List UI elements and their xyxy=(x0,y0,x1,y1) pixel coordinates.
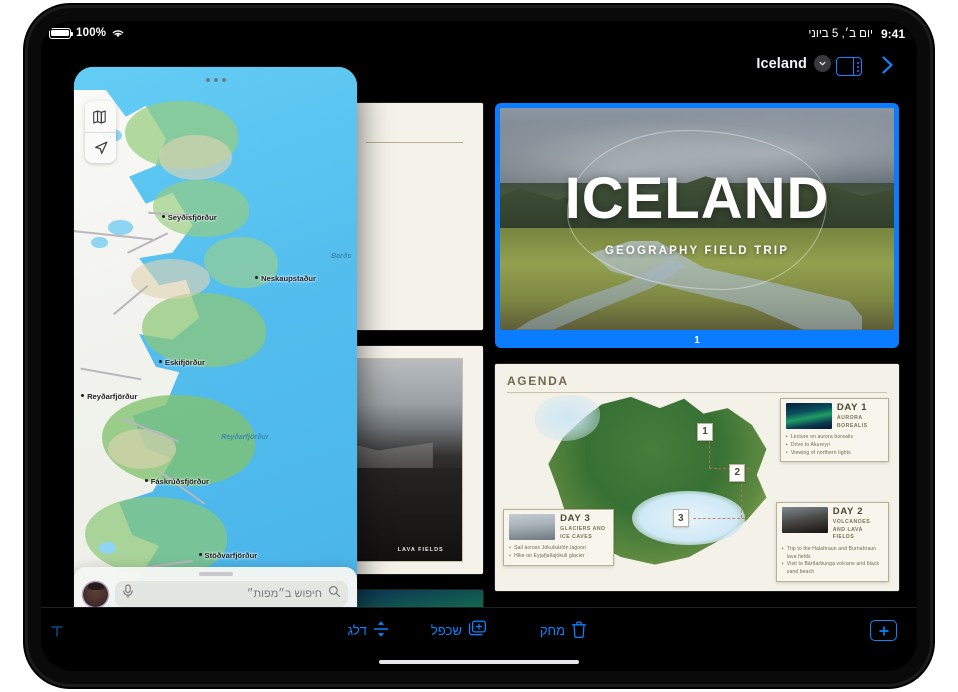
slide-thumbnail-title-selected[interactable]: ICELAND GEOGRAPHY FIELD TRIP 1 xyxy=(495,103,899,348)
map-place-label[interactable]: Neskaupstaður xyxy=(255,274,316,283)
bullet: Visit to Bárðarbunga volcano and black s… xyxy=(782,561,883,577)
duplicate-slide-button[interactable]: שכפל xyxy=(431,620,487,640)
day-card-subtitle: AURORA BOREALIS xyxy=(836,415,868,429)
trash-icon xyxy=(571,620,587,641)
waypoint-marker: 1 xyxy=(697,422,713,441)
status-bar-left: 100% xyxy=(49,27,125,39)
wifi-icon xyxy=(111,28,125,39)
delete-slide-label: מחק xyxy=(539,623,565,638)
agenda-title: AGENDA xyxy=(507,373,569,388)
add-slide-icon[interactable] xyxy=(870,620,897,641)
ipad-screen: 100% 9:41 יום ב׳, 5 ביוני Iceland LAVA F… xyxy=(41,21,917,671)
bullet: Viewing of northern lights xyxy=(786,450,883,458)
lava-photo-caption: LAVA FIELDS xyxy=(397,547,444,554)
document-title: Iceland xyxy=(756,55,807,72)
view-options-icon[interactable] xyxy=(836,57,862,76)
search-input[interactable]: חיפוש ב״מפות״ xyxy=(115,581,348,607)
bullet: Drive to Akureyri xyxy=(786,442,883,450)
duplicate-slide-label: שכפל xyxy=(430,622,462,638)
battery-percent-label: 100% xyxy=(76,27,107,39)
day-card-bullets: Sail across Jökulsárlón lagoon Hike on E… xyxy=(509,545,608,561)
document-title-group[interactable]: Iceland xyxy=(756,55,831,72)
bullet: Sail across Jökulsárlón lagoon xyxy=(509,545,608,553)
map-place-label[interactable]: Fáskrúðsfjörður xyxy=(144,477,209,486)
day-card-subtitle: VOLCANOES AND LAVA FIELDS xyxy=(832,519,871,541)
search-icon xyxy=(328,585,341,603)
divider xyxy=(365,141,463,143)
status-bar-right: 9:41 יום ב׳, 5 ביוני xyxy=(808,27,905,41)
skip-slide-label: דלג xyxy=(347,623,367,638)
agenda-slide-body: AGENDA 1 2 3 DAY 1 AURORA BOREALIS • Lec… xyxy=(495,363,899,591)
clock-label: 9:41 xyxy=(880,27,905,41)
date-label: יום ב׳, 5 ביוני xyxy=(808,28,873,40)
slide-thumbnail-agenda[interactable]: AGENDA 1 2 3 DAY 1 AURORA BOREALIS • Lec… xyxy=(495,363,899,591)
chevron-right-icon[interactable] xyxy=(875,53,899,77)
maps-slide-over-window[interactable]: Seyðisfjörður Neskaupstaður Eskifjörður … xyxy=(74,67,357,633)
chevron-down-circle-icon[interactable] xyxy=(814,55,831,72)
sheet-drag-handle[interactable] xyxy=(198,572,233,576)
slide-subtitle-text: GEOGRAPHY FIELD TRIP xyxy=(604,245,790,258)
slide-number-label: 1 xyxy=(694,334,700,346)
glacier-thumbnail xyxy=(509,513,556,540)
map-place-label[interactable]: Stöðvarfjörður xyxy=(198,551,257,560)
keynote-bottom-toolbar: מחק שכפל דלג xyxy=(41,607,917,671)
day-card-subtitle: GLACIERS AND ICE CAVES xyxy=(560,526,606,540)
duplicate-icon xyxy=(468,620,487,640)
bullet: Trip to the Halahraun and Burnahraun lav… xyxy=(782,546,883,562)
window-grabber-icon[interactable] xyxy=(74,73,357,87)
maps-search-row: חיפוש ב״מפות״ xyxy=(83,581,348,607)
delete-slide-button[interactable]: מחק xyxy=(540,620,587,641)
skip-slide-button[interactable]: דלג xyxy=(348,620,389,641)
volcano-thumbnail xyxy=(781,506,828,533)
skip-slide-icon xyxy=(373,620,389,641)
day-card-2: DAY 2 VOLCANOES AND LAVA FIELDS Trip to … xyxy=(775,501,889,582)
ipad-device-frame: 100% 9:41 יום ב׳, 5 ביוני Iceland LAVA F… xyxy=(28,8,930,684)
day-card-label: DAY 2 xyxy=(832,505,864,517)
aurora-thumbnail xyxy=(785,402,832,429)
divider xyxy=(507,391,887,393)
map-place-label[interactable]: Seyðisfjörður xyxy=(161,213,217,222)
map-place-label[interactable]: Reyðarfjörður xyxy=(81,392,137,401)
day-card-label: DAY 1 xyxy=(836,401,868,413)
microphone-icon[interactable] xyxy=(122,584,134,604)
day-card-bullets: Trip to the Halahraun and Burnahraun lav… xyxy=(782,546,883,577)
map-controls xyxy=(85,101,116,163)
bullet: Hike on Eyjafjallajökull glacier xyxy=(509,553,608,561)
waypoint-marker: 2 xyxy=(729,463,746,482)
user-avatar[interactable] xyxy=(83,581,108,607)
slide-title-text: ICELAND xyxy=(564,166,830,232)
map-water-label: Reyðarfjörður xyxy=(221,432,269,442)
battery-full-icon xyxy=(49,27,73,39)
day-card-label: DAY 3 xyxy=(560,512,591,524)
toolbar-left-affordance[interactable] xyxy=(51,624,63,637)
map-place-label[interactable]: Eskifjörður xyxy=(158,358,205,367)
map-layers-icon[interactable] xyxy=(85,101,116,132)
status-bar: 100% 9:41 יום ב׳, 5 ביוני xyxy=(41,21,917,51)
search-placeholder: חיפוש ב״מפות״ xyxy=(246,588,322,600)
title-slide-body: ICELAND GEOGRAPHY FIELD TRIP xyxy=(500,108,894,330)
waypoint-marker: 3 xyxy=(672,509,689,528)
map-canvas[interactable]: Seyðisfjörður Neskaupstaður Eskifjörður … xyxy=(74,67,357,633)
home-indicator[interactable] xyxy=(379,659,579,664)
bullet: Lecture on aurora borealis xyxy=(786,434,883,442)
slide-column-primary: ICELAND GEOGRAPHY FIELD TRIP 1 AGENDA 1 … xyxy=(495,103,899,607)
map-water-label: Barðs xyxy=(330,250,352,260)
location-arrow-icon[interactable] xyxy=(85,132,116,163)
day-card-bullets: Lecture on aurora borealis Drive to Akur… xyxy=(786,434,883,457)
day-card-1: DAY 1 AURORA BOREALIS Lecture on aurora … xyxy=(779,397,889,463)
day-card-3: DAY 3 GLACIERS AND ICE CAVES Sail across… xyxy=(503,508,615,566)
